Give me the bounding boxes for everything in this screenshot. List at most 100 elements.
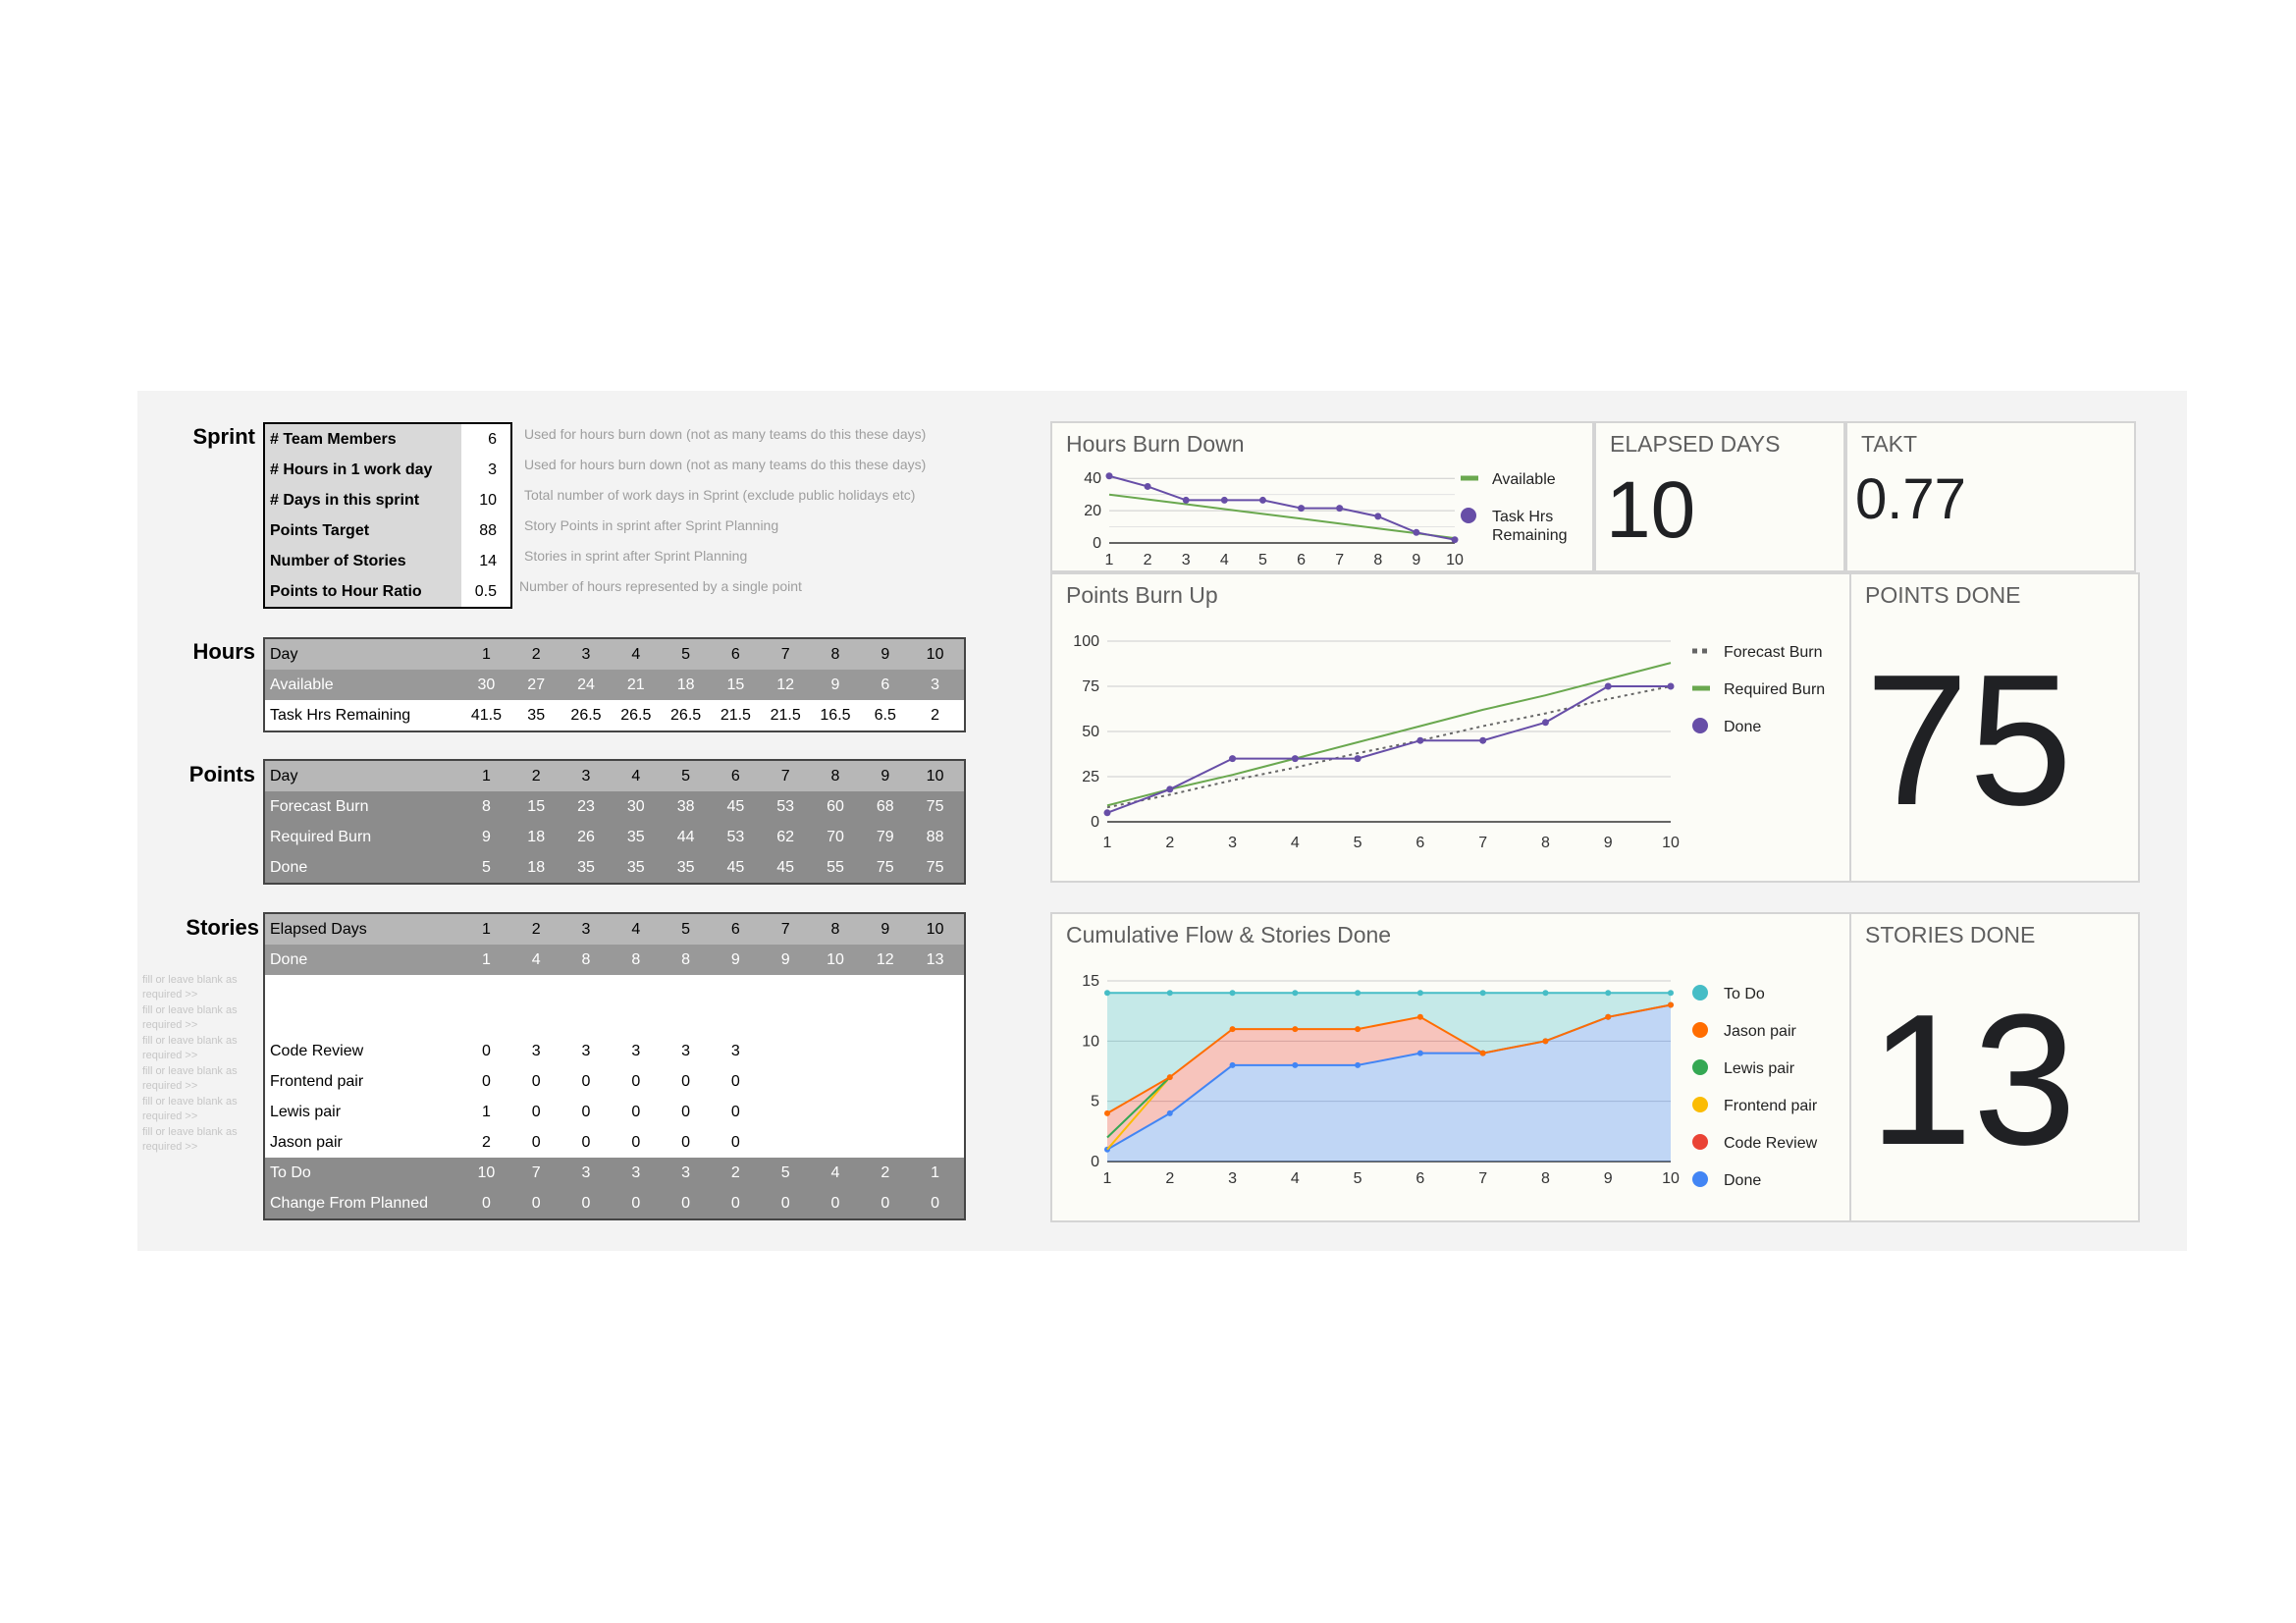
cell[interactable]: 30: [461, 676, 511, 694]
cell[interactable]: 0: [811, 1195, 861, 1213]
cell[interactable]: 24: [561, 676, 612, 694]
cell[interactable]: 9: [461, 829, 511, 846]
cell[interactable]: 0: [611, 1134, 661, 1152]
cell[interactable]: 9: [811, 676, 861, 694]
cell[interactable]: 0: [711, 1073, 761, 1091]
cell[interactable]: 3: [561, 1164, 612, 1182]
cell[interactable]: 5: [661, 646, 711, 664]
cell[interactable]: 53: [761, 798, 811, 816]
cell[interactable]: 9: [761, 951, 811, 969]
cell[interactable]: 9: [860, 921, 910, 939]
cell[interactable]: 0: [711, 1195, 761, 1213]
cell[interactable]: 21: [611, 676, 661, 694]
cell[interactable]: 2: [910, 707, 960, 725]
cell[interactable]: 9: [711, 951, 761, 969]
cell[interactable]: 3: [661, 1164, 711, 1182]
cell[interactable]: 0: [661, 1073, 711, 1091]
sprint-row-value[interactable]: 14: [461, 553, 510, 570]
cell[interactable]: 4: [611, 921, 661, 939]
cell[interactable]: 6: [711, 646, 761, 664]
sprint-row-value[interactable]: 0.5: [461, 583, 510, 601]
sprint-row-value[interactable]: 3: [461, 461, 510, 479]
cell[interactable]: 2: [711, 1164, 761, 1182]
cell[interactable]: 0: [761, 1195, 811, 1213]
cell[interactable]: 4: [511, 951, 561, 969]
cell[interactable]: 41.5: [461, 707, 511, 725]
cell[interactable]: 5: [661, 768, 711, 785]
cell[interactable]: 7: [761, 768, 811, 785]
cell[interactable]: 1: [461, 951, 511, 969]
cell[interactable]: 0: [661, 1104, 711, 1121]
cell[interactable]: 35: [611, 859, 661, 877]
cell[interactable]: 0: [461, 1043, 511, 1060]
cell[interactable]: 8: [811, 768, 861, 785]
cell[interactable]: 2: [860, 1164, 910, 1182]
cell[interactable]: 12: [761, 676, 811, 694]
cell[interactable]: 45: [711, 859, 761, 877]
cell[interactable]: 10: [461, 1164, 511, 1182]
cell[interactable]: 2: [461, 1134, 511, 1152]
cell[interactable]: 26: [561, 829, 612, 846]
cell[interactable]: 35: [561, 859, 612, 877]
cell[interactable]: 7: [761, 921, 811, 939]
sprint-row-value[interactable]: 10: [461, 492, 510, 510]
cell[interactable]: 4: [811, 1164, 861, 1182]
cell[interactable]: 2: [511, 921, 561, 939]
cell[interactable]: 18: [511, 859, 561, 877]
cell[interactable]: 53: [711, 829, 761, 846]
cell[interactable]: 75: [910, 859, 960, 877]
cell[interactable]: 8: [561, 951, 612, 969]
cell[interactable]: 0: [910, 1195, 960, 1213]
cell[interactable]: 1: [461, 646, 511, 664]
cell[interactable]: 0: [860, 1195, 910, 1213]
cell[interactable]: 0: [561, 1073, 612, 1091]
cell[interactable]: 8: [811, 921, 861, 939]
cell[interactable]: 60: [811, 798, 861, 816]
cell[interactable]: 8: [461, 798, 511, 816]
cell[interactable]: 2: [511, 768, 561, 785]
cell[interactable]: 75: [910, 798, 960, 816]
cell[interactable]: 7: [761, 646, 811, 664]
cell[interactable]: 0: [661, 1134, 711, 1152]
cell[interactable]: 45: [761, 859, 811, 877]
cell[interactable]: 79: [860, 829, 910, 846]
cell[interactable]: 0: [611, 1073, 661, 1091]
cell[interactable]: 3: [661, 1043, 711, 1060]
cell[interactable]: 0: [511, 1134, 561, 1152]
cell[interactable]: 0: [611, 1195, 661, 1213]
cell[interactable]: 10: [910, 921, 960, 939]
cell[interactable]: 45: [711, 798, 761, 816]
cell[interactable]: 13: [910, 951, 960, 969]
cell[interactable]: 0: [511, 1195, 561, 1213]
cell[interactable]: 26.5: [661, 707, 711, 725]
cell[interactable]: 0: [561, 1195, 612, 1213]
cell[interactable]: 21.5: [711, 707, 761, 725]
cell[interactable]: 10: [910, 768, 960, 785]
cell[interactable]: 26.5: [611, 707, 661, 725]
cell[interactable]: 1: [461, 921, 511, 939]
cell[interactable]: 23: [561, 798, 612, 816]
cell[interactable]: 3: [511, 1043, 561, 1060]
cell[interactable]: 3: [561, 1043, 612, 1060]
cell[interactable]: 2: [511, 646, 561, 664]
cell[interactable]: 3: [561, 921, 612, 939]
cell[interactable]: 9: [860, 768, 910, 785]
sprint-row-value[interactable]: 6: [461, 431, 510, 449]
cell[interactable]: 30: [611, 798, 661, 816]
cell[interactable]: 6.5: [860, 707, 910, 725]
cell[interactable]: 3: [711, 1043, 761, 1060]
cell[interactable]: 0: [461, 1073, 511, 1091]
cell[interactable]: 1: [461, 1104, 511, 1121]
cell[interactable]: 4: [611, 768, 661, 785]
cell[interactable]: 3: [611, 1164, 661, 1182]
cell[interactable]: 5: [761, 1164, 811, 1182]
cell[interactable]: 10: [811, 951, 861, 969]
cell[interactable]: 8: [811, 646, 861, 664]
cell[interactable]: 26.5: [561, 707, 612, 725]
cell[interactable]: 5: [661, 921, 711, 939]
cell[interactable]: 35: [611, 829, 661, 846]
cell[interactable]: 0: [461, 1195, 511, 1213]
cell[interactable]: 8: [611, 951, 661, 969]
cell[interactable]: 15: [711, 676, 761, 694]
cell[interactable]: 70: [811, 829, 861, 846]
